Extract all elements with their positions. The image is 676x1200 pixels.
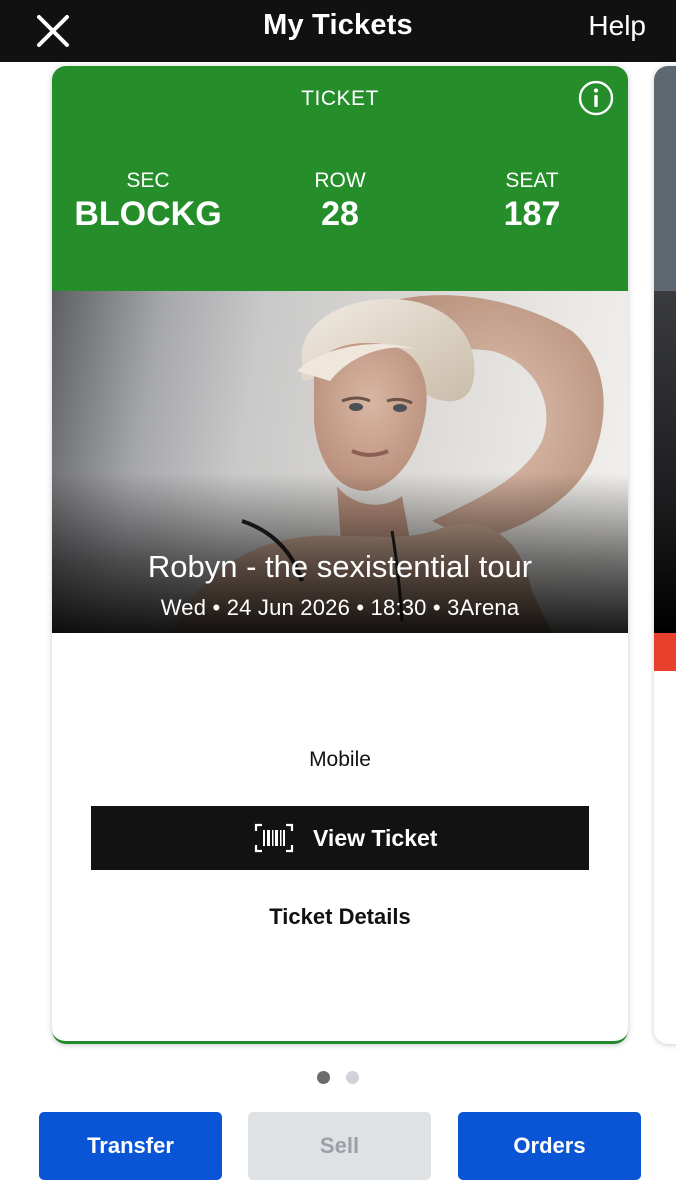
barcode-icon — [254, 823, 294, 853]
page-indicator — [0, 1071, 676, 1089]
seat-column: SEAT 187 — [432, 169, 628, 234]
event-image: Robyn - the sexistential tour Wed • 24 J… — [52, 291, 628, 633]
page-title: My Tickets — [263, 9, 413, 41]
next-ticket-card-peek[interactable] — [654, 66, 676, 1044]
section-label: SEC — [126, 169, 170, 192]
ticket-header: TICKET SEC BLOCKG ROW 28 SEAT 187 — [52, 66, 628, 291]
next-ticket-image — [654, 291, 676, 633]
row-column: ROW 28 — [240, 169, 440, 234]
next-ticket-banner — [654, 633, 676, 671]
view-ticket-button[interactable]: View Ticket — [91, 806, 589, 870]
orders-button[interactable]: Orders — [458, 1112, 641, 1180]
info-button[interactable] — [578, 80, 614, 116]
top-bar: My Tickets Help — [0, 0, 676, 62]
row-label: ROW — [314, 169, 366, 192]
page-dot-1[interactable] — [317, 1071, 330, 1084]
seat-label: SEAT — [505, 169, 559, 192]
section-column: SEC BLOCKG — [52, 169, 248, 234]
view-ticket-label: View Ticket — [313, 825, 438, 851]
help-link[interactable]: Help — [588, 10, 646, 42]
page-dot-2[interactable] — [346, 1071, 359, 1084]
transfer-button[interactable]: Transfer — [39, 1112, 222, 1180]
row-value: 28 — [321, 195, 359, 233]
ticket-label: TICKET — [301, 87, 379, 110]
info-icon — [578, 80, 614, 116]
event-name: Robyn - the sexistential tour — [147, 549, 533, 584]
section-value: BLOCKG — [74, 195, 222, 233]
seat-value: 187 — [503, 195, 561, 233]
delivery-method: Mobile — [309, 748, 371, 771]
ticket-details-link[interactable]: Ticket Details — [52, 904, 628, 930]
next-ticket-header — [654, 66, 676, 291]
event-date-venue: Wed • 24 Jun 2026 • 18:30 • 3Arena — [160, 595, 520, 620]
sell-button[interactable]: Sell — [248, 1112, 431, 1180]
ticket-card: TICKET SEC BLOCKG ROW 28 SEAT 187 Robyn … — [52, 66, 628, 1044]
